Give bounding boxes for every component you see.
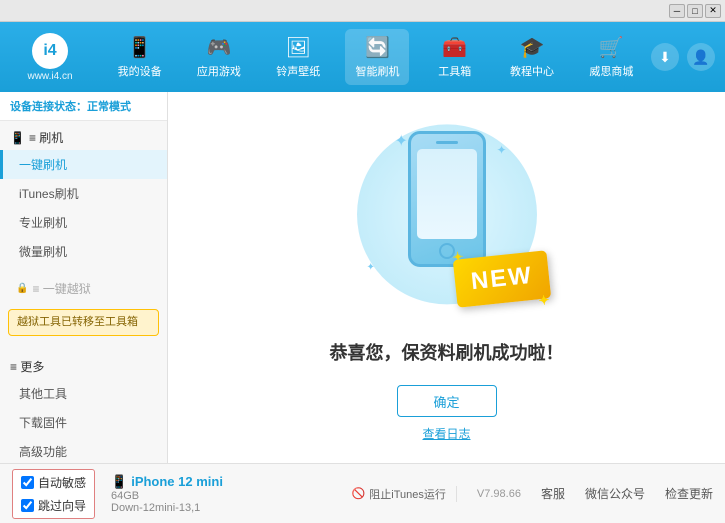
logo-icon: i4 (32, 33, 68, 69)
support-link[interactable]: 客服 (541, 485, 565, 502)
device-name-row: 📱 iPhone 12 mini (111, 474, 223, 490)
sidebar-item-itunes-flash[interactable]: iTunes刷机 (0, 179, 167, 208)
sparkle-1: ✦ (395, 131, 408, 151)
status-label: 设备连接状态： (10, 101, 87, 113)
download-button[interactable]: ⬇ (651, 43, 679, 71)
header-actions: ⬇ 👤 (651, 43, 715, 71)
mall-label: 威思商城 (589, 63, 633, 79)
notice-box: 越狱工具已转移至工具箱 (8, 309, 159, 336)
app-container: i4 www.i4.cn 📱 我的设备 🎮 应用游戏 🖼 铃声壁纸 🔄 智能刷机… (0, 22, 725, 523)
more-section-title: ≡ 更多 (0, 350, 167, 379)
main-content: ✦ ✦ ✦ ✦ NEW ✦ (168, 92, 725, 463)
minimize-button[interactable]: ─ (669, 4, 685, 18)
sidebar-item-advanced[interactable]: 高级功能 (0, 437, 167, 463)
nav-bar: 📱 我的设备 🎮 应用游戏 🖼 铃声壁纸 🔄 智能刷机 🧰 工具箱 🎓 (100, 29, 651, 85)
checkbox-skip-label[interactable]: 跳过向导 (21, 497, 86, 514)
star-top: ✦ (451, 249, 466, 266)
bottom-bar: 自动敏感 跳过向导 📱 iPhone 12 mini 64GB Down-12m… (0, 463, 725, 523)
phone-illustration (408, 131, 486, 267)
version-text: V7.98.66 (477, 488, 521, 500)
close-button[interactable]: ✕ (705, 4, 721, 18)
tutorial-icon: 🎓 (520, 35, 545, 60)
sidebar: 设备连接状态：正常模式 📱 ≡ 刷机 一键刷机 iTunes刷机 专业刷机 微量… (0, 92, 168, 463)
my-device-label: 我的设备 (118, 63, 162, 79)
log-link[interactable]: 查看日志 (422, 425, 470, 442)
checkbox-group: 自动敏感 跳过向导 (12, 469, 95, 519)
wechat-link[interactable]: 微信公众号 (585, 485, 645, 502)
logo-area[interactable]: i4 www.i4.cn (10, 33, 90, 82)
sidebar-item-pro-flash[interactable]: 专业刷机 (0, 208, 167, 237)
device-info: 📱 iPhone 12 mini 64GB Down-12mini-13,1 (111, 474, 223, 514)
phone-speaker (436, 141, 458, 144)
new-badge: ✦ NEW ✦ (452, 250, 551, 308)
confirm-button[interactable]: 确定 (397, 385, 497, 417)
smart-flash-icon: 🔄 (365, 35, 390, 60)
new-ribbon: ✦ NEW ✦ (452, 250, 551, 308)
flash-icon: 📱 (10, 131, 25, 145)
nav-ringtone[interactable]: 🖼 铃声壁纸 (266, 29, 330, 85)
mall-icon: 🛒 (599, 35, 624, 60)
status-value: 正常模式 (87, 101, 131, 113)
phone-screen (417, 149, 477, 239)
titlebar: ─ □ ✕ (0, 0, 725, 22)
bottom-right: 🚫 阻止iTunes运行 V7.98.66 客服 微信公众号 检查更新 (352, 485, 713, 502)
sidebar-item-one-click-flash[interactable]: 一键刷机 (0, 150, 167, 179)
toolbox-label: 工具箱 (438, 63, 471, 79)
device-storage: 64GB (111, 490, 223, 502)
itunes-label: 阻止iTunes运行 (369, 486, 446, 502)
apps-games-label: 应用游戏 (197, 63, 241, 79)
ringtone-icon: 🖼 (286, 35, 311, 60)
nav-apps-games[interactable]: 🎮 应用游戏 (187, 29, 251, 85)
itunes-icon: 🚫 (352, 487, 366, 500)
jailbreak-disabled: 🔒 ≡ 一键越狱 (0, 274, 167, 303)
content-area: 设备连接状态：正常模式 📱 ≡ 刷机 一键刷机 iTunes刷机 专业刷机 微量… (0, 92, 725, 463)
nav-tutorial[interactable]: 🎓 教程中心 (500, 29, 564, 85)
toolbox-icon: 🧰 (442, 35, 467, 60)
my-device-icon: 📱 (127, 35, 152, 60)
apps-games-icon: 🎮 (206, 35, 231, 60)
flash-section-title: 📱 ≡ 刷机 (0, 121, 167, 150)
sparkle-2: ✦ (496, 143, 506, 157)
success-text: 恭喜您，保资料刷机成功啦！ (330, 339, 564, 365)
maximize-button[interactable]: □ (687, 4, 703, 18)
user-button[interactable]: 👤 (687, 43, 715, 71)
device-phone-icon: 📱 (111, 474, 127, 490)
logo-subtext: www.i4.cn (27, 71, 72, 82)
itunes-status: 🚫 阻止iTunes运行 (352, 486, 457, 502)
nav-toolbox[interactable]: 🧰 工具箱 (425, 29, 485, 85)
checkbox-auto-label[interactable]: 自动敏感 (21, 474, 86, 491)
checkbox-auto[interactable] (21, 476, 34, 489)
nav-my-device[interactable]: 📱 我的设备 (108, 29, 172, 85)
star-bottom: ✦ (537, 292, 552, 309)
device-name-text: iPhone 12 mini (131, 474, 223, 489)
sidebar-item-other-tools[interactable]: 其他工具 (0, 379, 167, 408)
tutorial-label: 教程中心 (510, 63, 554, 79)
checkbox-skip[interactable] (21, 499, 34, 512)
sparkle-3: ✦ (367, 262, 375, 273)
smart-flash-label: 智能刷机 (355, 63, 399, 79)
ringtone-label: 铃声壁纸 (276, 63, 320, 79)
update-link[interactable]: 检查更新 (665, 485, 713, 502)
nav-smart-flash[interactable]: 🔄 智能刷机 (345, 29, 409, 85)
success-illustration: ✦ ✦ ✦ ✦ NEW ✦ (337, 113, 557, 323)
device-status: 设备连接状态：正常模式 (0, 92, 167, 121)
lock-icon: 🔒 (16, 283, 28, 294)
nav-mall[interactable]: 🛒 威思商城 (579, 29, 643, 85)
device-model: Down-12mini-13,1 (111, 502, 223, 514)
sidebar-item-download-firmware[interactable]: 下载固件 (0, 408, 167, 437)
header: i4 www.i4.cn 📱 我的设备 🎮 应用游戏 🖼 铃声壁纸 🔄 智能刷机… (0, 22, 725, 92)
sidebar-item-brush-flash[interactable]: 微量刷机 (0, 237, 167, 266)
